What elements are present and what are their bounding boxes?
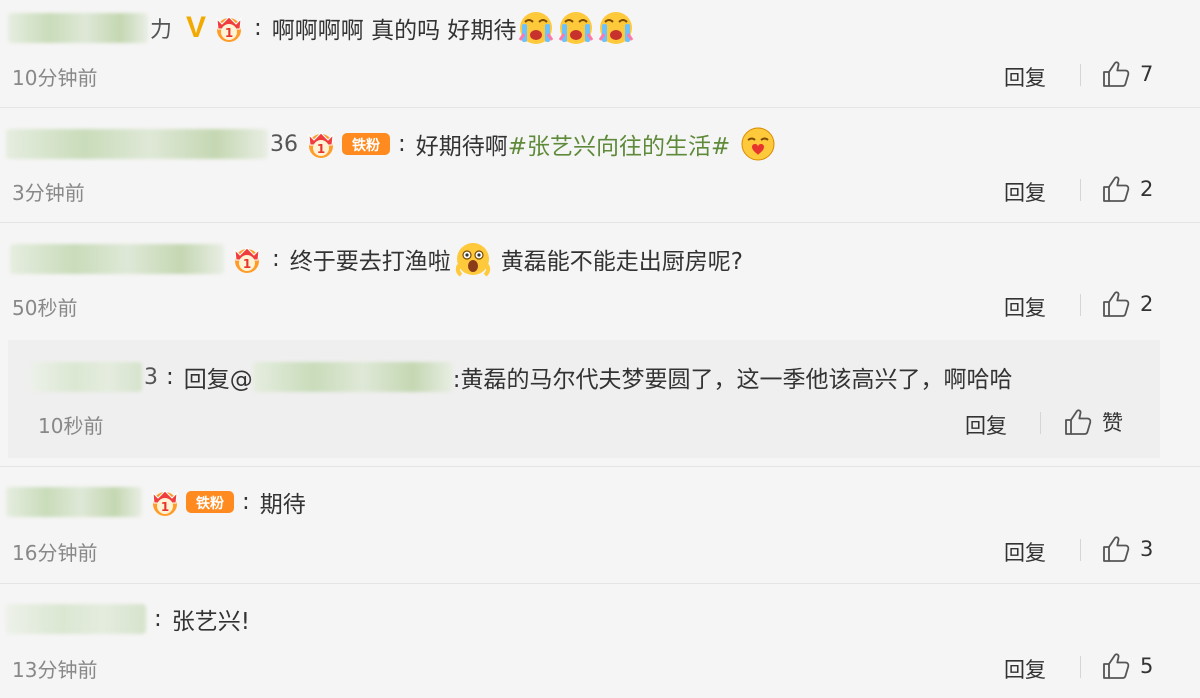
thumbs-up-icon[interactable] <box>1100 288 1132 320</box>
fans-badge-text: 铁粉 <box>196 495 224 512</box>
comment-text: 好期待啊 <box>415 134 508 160</box>
like-count: 2 <box>1140 177 1154 201</box>
thumbs-up-icon[interactable] <box>1100 173 1132 205</box>
like-count: 5 <box>1140 654 1154 678</box>
reply-text: :黄磊的马尔代夫梦要圆了，这一季他该高兴了，啊哈哈 <box>452 367 1013 393</box>
divider-bar <box>1080 64 1081 86</box>
reply-prefix: 回复@ <box>183 367 253 393</box>
thumbs-up-icon[interactable] <box>1100 650 1132 682</box>
thumbs-up-icon[interactable] <box>1062 406 1094 438</box>
blurred-username[interactable] <box>8 13 148 43</box>
fans-badge-icon: 铁粉 <box>342 133 390 155</box>
comment-text: 啊啊啊啊 真的吗 好期待 <box>271 18 517 44</box>
crying-emoji <box>516 8 556 48</box>
divider-bar <box>1080 539 1081 561</box>
like-button[interactable]: 2 <box>1100 173 1153 205</box>
comment-text: 张艺兴! <box>171 609 250 635</box>
comment-text: 期待 <box>259 492 306 518</box>
reply-button[interactable]: 回复 <box>965 410 1007 440</box>
comment-text-continued: 黄磊能不能走出厨房呢? <box>500 249 743 275</box>
divider-bar <box>1080 656 1081 678</box>
heart-kiss-emoji <box>738 124 778 164</box>
comment-time: 13分钟前 <box>12 658 98 682</box>
reply-button[interactable]: 回复 <box>1004 177 1046 207</box>
crying-emoji <box>596 8 636 48</box>
comment-divider <box>0 222 1200 223</box>
reply-time: 10秒前 <box>38 414 104 438</box>
like-button[interactable]: 5 <box>1100 650 1153 682</box>
reply-button[interactable]: 回复 <box>1004 537 1046 567</box>
username-fragment[interactable]: 力 <box>150 12 172 44</box>
like-count: 7 <box>1140 62 1154 86</box>
verified-v-icon: V <box>186 11 207 44</box>
blurred-username[interactable] <box>30 362 142 392</box>
blurred-mention[interactable] <box>252 362 453 392</box>
crown-icon <box>304 129 338 159</box>
like-count: 3 <box>1140 537 1154 561</box>
divider-bar <box>1080 179 1081 201</box>
comment-divider <box>0 107 1200 108</box>
crying-emoji <box>556 8 596 48</box>
comment-divider <box>0 466 1200 467</box>
blurred-username[interactable] <box>6 129 268 159</box>
comment-divider <box>0 583 1200 584</box>
reply-button[interactable]: 回复 <box>1004 292 1046 322</box>
like-button[interactable]: 2 <box>1100 288 1153 320</box>
comment-text: 终于要去打渔啦 <box>289 249 451 275</box>
comment-time: 10分钟前 <box>12 66 98 90</box>
fans-badge-icon: 铁粉 <box>186 491 234 513</box>
thumbs-up-icon[interactable] <box>1100 58 1132 90</box>
scared-emoji <box>453 239 493 279</box>
crown-icon <box>148 487 182 517</box>
crown-icon <box>212 13 246 43</box>
blurred-username[interactable] <box>6 487 142 517</box>
reply-button[interactable]: 回复 <box>1004 62 1046 92</box>
username-fragment[interactable]: 36 <box>270 132 298 157</box>
blurred-username[interactable] <box>6 604 146 634</box>
comment-time: 50秒前 <box>12 296 78 320</box>
like-button[interactable]: 赞 <box>1062 406 1123 438</box>
topic-link[interactable]: #张艺兴向往的生活# <box>508 127 731 161</box>
divider-bar <box>1080 294 1081 316</box>
reply-thread-box: 3 : 回复@ :黄磊的马尔代夫梦要圆了，这一季他该高兴了，啊哈哈 10秒前 回… <box>8 340 1160 458</box>
like-label: 赞 <box>1102 411 1123 435</box>
reply-button[interactable]: 回复 <box>1004 654 1046 684</box>
divider-bar <box>1040 412 1041 434</box>
like-button[interactable]: 3 <box>1100 533 1153 565</box>
like-count: 2 <box>1140 292 1154 316</box>
thumbs-up-icon[interactable] <box>1100 533 1132 565</box>
blurred-username[interactable] <box>10 244 224 274</box>
comment-time: 3分钟前 <box>12 181 85 205</box>
like-button[interactable]: 7 <box>1100 58 1153 90</box>
crown-icon <box>230 244 264 274</box>
comment-time: 16分钟前 <box>12 541 98 565</box>
fans-badge-text: 铁粉 <box>352 137 380 154</box>
username-fragment[interactable]: 3 <box>144 365 158 390</box>
